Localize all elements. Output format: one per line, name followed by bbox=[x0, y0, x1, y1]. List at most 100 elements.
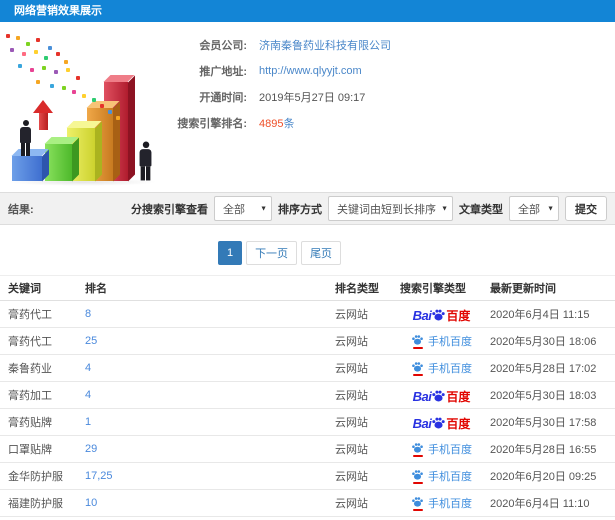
baidu-paw-icon bbox=[432, 390, 446, 401]
mobile-baidu-logo: 手机百度 bbox=[411, 360, 472, 376]
table-row: 金华防护服 17,25 云网站 Bai 百度 手机 bbox=[0, 463, 615, 490]
rank-type-cell: 云网站 bbox=[335, 309, 368, 321]
promo-url-row: 推广地址: http://www.qlyyjt.com bbox=[175, 58, 391, 84]
rank-link[interactable]: 29 bbox=[85, 443, 97, 455]
col-rank: 排名 bbox=[85, 283, 107, 295]
table-row: 口罩贴牌 29 云网站 Bai 百度 手机百度 bbox=[0, 436, 615, 463]
rank-cell-wrap: 4 bbox=[85, 389, 335, 401]
baidu-logo-text-right: 百度 bbox=[446, 389, 471, 404]
submit-button[interactable]: 提交 bbox=[565, 196, 607, 221]
titlebar: 网络营销效果展示 bbox=[0, 0, 615, 22]
chevron-down-icon: ▼ bbox=[441, 205, 448, 212]
col-updated: 最新更新时间 bbox=[490, 283, 556, 295]
pagination: 1 下一页 尾页 bbox=[0, 241, 587, 265]
filter-controls: 分搜索引擎查看 全部 ▼ 排序方式 关键词由短到长排序 ▼ 文章类型 全部 ▼ … bbox=[131, 196, 607, 221]
confetti-decoration bbox=[6, 34, 10, 38]
mobile-baidu-logo: 手机百度 bbox=[411, 495, 472, 511]
mobile-baidu-label: 手机百度 bbox=[428, 363, 472, 375]
keyword-cell: 膏药加工 bbox=[8, 390, 52, 402]
mobile-baidu-paw-icon bbox=[411, 441, 424, 457]
table-row: 秦鲁药业 4 云网站 Bai 百度 手机百度 bbox=[0, 355, 615, 382]
rank-link[interactable]: 25 bbox=[85, 335, 97, 347]
baidu-logo-text-right: 百度 bbox=[446, 416, 471, 431]
rank-link[interactable]: 17,25 bbox=[85, 470, 113, 482]
engine-rank-label: 搜索引擎排名: bbox=[177, 118, 247, 130]
open-time-value: 2019年5月27日 09:17 bbox=[259, 92, 366, 104]
rank-link[interactable]: 8 bbox=[85, 308, 91, 320]
rank-type-cell: 云网站 bbox=[335, 498, 368, 510]
member-company-label: 会员公司: bbox=[199, 40, 247, 52]
table-row: 膏药加工 4 云网站 Bai 百度 手机百度 bbox=[0, 382, 615, 409]
updated-cell: 2020年5月28日 16:55 bbox=[490, 444, 597, 456]
keyword-cell: 福建防护服 bbox=[8, 498, 63, 510]
engine-cell: Bai 百度 手机百度 bbox=[400, 360, 483, 376]
keyword-cell: 口罩贴牌 bbox=[8, 444, 52, 456]
table-header-row: 关键词 排名 排名类型 搜索引擎类型 最新更新时间 bbox=[0, 275, 615, 301]
rank-link[interactable]: 1 bbox=[85, 416, 91, 428]
businessman-figure-right bbox=[138, 141, 152, 181]
businessman-figure-left bbox=[19, 120, 32, 156]
marketing-report-page: 网络营销效果展示 会员公司: 济南秦鲁药业科技有限公司 推广地址: http:/… bbox=[0, 0, 615, 520]
engine-cell: Bai 百度 手机百度 bbox=[400, 415, 483, 430]
engine-cell: Bai 百度 手机百度 bbox=[400, 388, 483, 403]
engine-cell: Bai 百度 手机百度 bbox=[400, 441, 483, 457]
member-info-list: 会员公司: 济南秦鲁药业科技有限公司 推广地址: http://www.qlyy… bbox=[175, 22, 391, 192]
engine-filter-label: 分搜索引擎查看 bbox=[131, 203, 208, 216]
updated-cell: 2020年5月30日 17:58 bbox=[490, 417, 597, 429]
rank-type-cell: 云网站 bbox=[335, 471, 368, 483]
engine-cell: Bai 百度 手机百度 bbox=[400, 495, 483, 511]
growth-bar-chart-illustration bbox=[0, 30, 175, 188]
rank-type-cell: 云网站 bbox=[335, 336, 368, 348]
rank-type-cell: 云网站 bbox=[335, 417, 368, 429]
engine-rank-value: 4895条 bbox=[259, 115, 294, 131]
pagination-current-page[interactable]: 1 bbox=[217, 241, 243, 265]
rank-cell-wrap: 8 bbox=[85, 308, 335, 320]
updated-cell: 2020年5月30日 18:06 bbox=[490, 336, 597, 348]
engine-rank-row: 搜索引擎排名: 4895条 bbox=[175, 110, 391, 136]
rank-cell-wrap: 4 bbox=[85, 362, 335, 374]
mobile-baidu-paw-icon bbox=[411, 468, 424, 484]
baidu-logo-text-left: Bai bbox=[412, 388, 432, 404]
baidu-logo: Bai 百度 bbox=[413, 307, 471, 322]
table-row: 膏药代工 8 云网站 Bai 百度 手机百度 bbox=[0, 301, 615, 328]
updated-cell: 2020年5月28日 17:02 bbox=[490, 363, 597, 375]
article-type-select[interactable]: 全部 ▼ bbox=[509, 196, 559, 221]
article-type-value: 全部 bbox=[518, 203, 540, 216]
table-row: 福建防护服 10 云网站 Bai 百度 手机百度 bbox=[0, 490, 615, 517]
red-up-arrow-icon bbox=[33, 100, 53, 130]
sort-filter-value: 关键词由短到长排序 bbox=[337, 203, 436, 216]
result-section-label: 结果: bbox=[8, 203, 34, 216]
col-rank-type: 排名类型 bbox=[335, 283, 379, 295]
mobile-baidu-logo: 手机百度 bbox=[411, 441, 472, 457]
mobile-baidu-paw-icon bbox=[411, 333, 424, 349]
col-engine-type: 搜索引擎类型 bbox=[400, 283, 466, 295]
keyword-cell: 膏药贴牌 bbox=[8, 417, 52, 429]
engine-cell: Bai 百度 手机百度 bbox=[400, 468, 483, 484]
mobile-baidu-logo: 手机百度 bbox=[411, 333, 472, 349]
updated-cell: 2020年6月4日 11:10 bbox=[490, 498, 590, 510]
rank-cell-wrap: 10 bbox=[85, 497, 335, 509]
mobile-baidu-paw-icon bbox=[411, 360, 424, 376]
sort-filter-select[interactable]: 关键词由短到长排序 ▼ bbox=[328, 196, 453, 221]
updated-cell: 2020年6月4日 11:15 bbox=[490, 309, 590, 321]
mobile-baidu-logo: 手机百度 bbox=[411, 468, 472, 484]
baidu-logo: Bai 百度 bbox=[413, 415, 471, 430]
engine-cell: Bai 百度 手机百度 bbox=[400, 307, 483, 322]
rank-type-cell: 云网站 bbox=[335, 444, 368, 456]
member-company-link[interactable]: 济南秦鲁药业科技有限公司 bbox=[259, 37, 391, 53]
rank-unit: 条 bbox=[283, 118, 295, 130]
pagination-next-button[interactable]: 下一页 bbox=[246, 241, 298, 265]
pagination-last-button[interactable]: 尾页 bbox=[301, 241, 342, 265]
rank-link[interactable]: 4 bbox=[85, 389, 91, 401]
rank-link[interactable]: 10 bbox=[85, 497, 97, 509]
promo-url-link[interactable]: http://www.qlyyjt.com bbox=[259, 65, 362, 77]
engine-cell: Bai 百度 手机百度 bbox=[400, 333, 483, 349]
illustration-bar-blue bbox=[12, 156, 42, 181]
rank-type-cell: 云网站 bbox=[335, 363, 368, 375]
keyword-cell: 膏药代工 bbox=[8, 309, 52, 321]
table-row: 膏药代工 25 云网站 Bai 百度 手机百度 bbox=[0, 328, 615, 355]
engine-filter-select[interactable]: 全部 ▼ bbox=[214, 196, 272, 221]
rank-link[interactable]: 4 bbox=[85, 362, 91, 374]
updated-cell: 2020年6月20日 09:25 bbox=[490, 471, 597, 483]
open-time-label: 开通时间: bbox=[199, 92, 247, 104]
